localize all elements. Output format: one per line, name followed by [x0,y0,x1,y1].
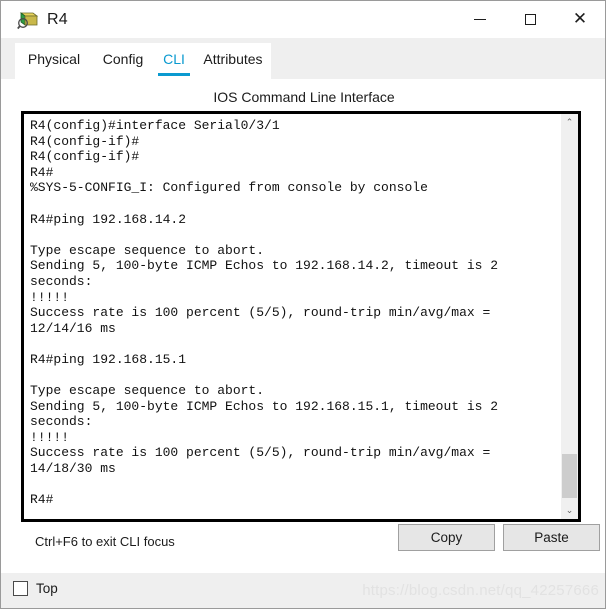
tab-config[interactable]: Config [93,43,153,71]
minimize-button[interactable] [455,1,505,38]
tab-active-indicator [158,73,190,76]
maximize-button[interactable] [505,1,555,38]
close-icon: ✕ [572,9,588,29]
router-icon [17,10,39,30]
tab-cli[interactable]: CLI [153,43,195,76]
close-button[interactable]: ✕ [555,1,605,38]
scrollbar-track[interactable] [561,131,578,502]
top-checkbox[interactable] [13,581,28,596]
scrollbar-thumb[interactable] [562,454,577,498]
watermark-text: https://blog.csdn.net/qq_42257666 [362,582,599,599]
top-checkbox-row[interactable]: Top [13,581,58,596]
terminal-scrollbar[interactable]: ⌃ ⌄ [560,114,578,519]
title-bar-left: R4 [1,1,455,38]
minimize-icon [474,19,486,20]
tab-attributes[interactable]: Attributes [195,43,271,71]
scroll-down-icon[interactable]: ⌄ [561,502,578,519]
tab-attributes-label: Attributes [203,51,263,67]
terminal-container: R4(config)#interface Serial0/3/1 R4(conf… [21,111,581,522]
title-bar: R4 ✕ [1,1,605,38]
tab-physical[interactable]: Physical [15,43,93,71]
tab-strip: Physical Config CLI Attributes [15,43,271,79]
bottom-bar: Top https://blog.csdn.net/qq_42257666 [1,573,605,608]
cli-panel: IOS Command Line Interface R4(config)#in… [15,79,600,573]
copy-button[interactable]: Copy [398,524,495,551]
paste-button[interactable]: Paste [503,524,600,551]
maximize-icon [524,14,536,25]
tab-config-label: Config [102,51,144,67]
tab-physical-label: Physical [27,51,81,67]
cli-focus-hint: Ctrl+F6 to exit CLI focus [35,534,175,549]
scroll-up-icon[interactable]: ⌃ [561,114,578,131]
terminal-output[interactable]: R4(config)#interface Serial0/3/1 R4(conf… [24,114,560,519]
panel-heading: IOS Command Line Interface [213,89,395,105]
cli-window: R4 ✕ Physical Config CLI Attributes IOS … [0,0,606,609]
window-title: R4 [47,10,68,28]
tab-cli-label: CLI [163,51,185,67]
top-checkbox-label: Top [36,581,58,596]
window-controls: ✕ [455,1,605,38]
